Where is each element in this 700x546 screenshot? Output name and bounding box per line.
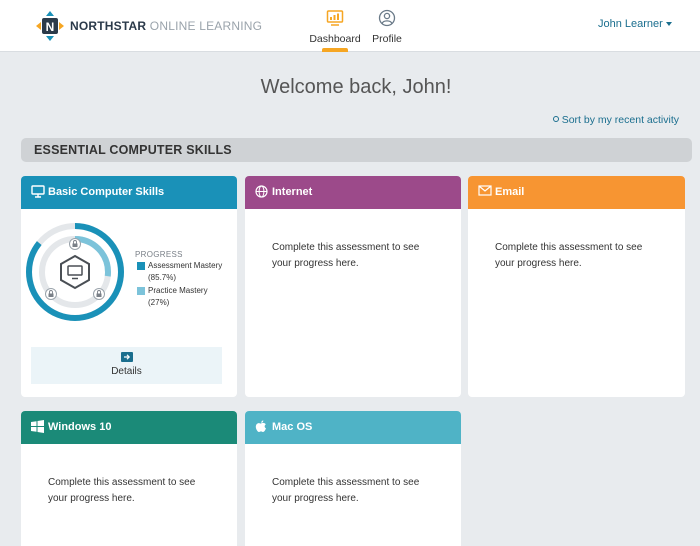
user-name: John Learner bbox=[598, 18, 663, 30]
chevron-down-icon bbox=[665, 22, 672, 27]
envelope-icon bbox=[478, 185, 492, 196]
lock-icon bbox=[93, 288, 105, 300]
nav-dashboard-label: Dashboard bbox=[309, 33, 361, 45]
card-title: Windows 10 bbox=[48, 421, 112, 433]
brand-name[interactable]: NORTHSTAR ONLINE LEARNING bbox=[70, 19, 262, 33]
card-internet[interactable]: Internet Complete this assessment to see… bbox=[245, 176, 461, 397]
user-menu[interactable]: John Learner bbox=[598, 18, 672, 30]
lock-icon bbox=[45, 288, 57, 300]
details-button[interactable]: Details bbox=[31, 347, 222, 384]
dashboard-icon bbox=[326, 10, 344, 26]
globe-icon bbox=[255, 185, 268, 198]
legend-practice-mastery: Practice Mastery (27%) bbox=[137, 285, 237, 311]
card-title: Internet bbox=[272, 186, 313, 198]
legend-label: Practice Mastery bbox=[148, 286, 208, 295]
lock-icon bbox=[69, 238, 81, 250]
legend-value: (85.7%) bbox=[148, 273, 177, 282]
brand-bold: NORTHSTAR bbox=[70, 19, 147, 33]
brand-light: ONLINE LEARNING bbox=[149, 19, 263, 33]
card-header: Windows 10 bbox=[21, 411, 237, 444]
card-header: Internet bbox=[245, 176, 461, 209]
active-tab-indicator bbox=[322, 48, 348, 52]
card-header: Basic Computer Skills bbox=[21, 176, 237, 209]
card-email[interactable]: Email Complete this assessment to see yo… bbox=[468, 176, 685, 397]
progress-donut bbox=[26, 223, 124, 321]
card-windows-10[interactable]: Windows 10 Complete this assessment to s… bbox=[21, 411, 237, 546]
section-header: ESSENTIAL COMPUTER SKILLS bbox=[21, 138, 692, 162]
card-message: Complete this assessment to see your pro… bbox=[272, 477, 420, 504]
legend-swatch bbox=[137, 262, 145, 270]
sort-link-label: Sort by my recent activity bbox=[561, 114, 679, 126]
card-basic-computer-skills[interactable]: Basic Computer Skills PROGRESS Assessmen… bbox=[21, 176, 237, 397]
windows-icon bbox=[31, 420, 44, 433]
welcome-heading: Welcome back, John! bbox=[260, 76, 452, 98]
card-header: Email bbox=[468, 176, 685, 209]
northstar-logo[interactable]: N bbox=[36, 11, 64, 41]
card-header: Mac OS bbox=[245, 411, 461, 444]
nav-dashboard[interactable]: Dashboard bbox=[308, 8, 362, 45]
nav-profile-label: Profile bbox=[372, 33, 402, 45]
legend-value: (27%) bbox=[148, 298, 170, 307]
hexagon-monitor-icon bbox=[60, 254, 90, 290]
card-title: Basic Computer Skills bbox=[48, 186, 165, 198]
sort-link[interactable]: Sort by my recent activity bbox=[552, 114, 679, 126]
sort-icon bbox=[552, 116, 559, 122]
card-message: Complete this assessment to see your pro… bbox=[272, 242, 420, 269]
card-message: Complete this assessment to see your pro… bbox=[495, 242, 643, 269]
card-mac-os[interactable]: Mac OS Complete this assessment to see y… bbox=[245, 411, 461, 546]
section-title: ESSENTIAL COMPUTER SKILLS bbox=[34, 143, 232, 157]
top-header: N NORTHSTAR ONLINE LEARNING Dashboard Pr… bbox=[0, 0, 700, 52]
arrow-right-icon bbox=[121, 352, 133, 362]
legend-assessment-mastery: Assessment Mastery (85.7%) bbox=[137, 260, 237, 286]
details-label: Details bbox=[111, 366, 142, 377]
legend-label: Assessment Mastery bbox=[148, 261, 223, 270]
legend-swatch bbox=[137, 287, 145, 295]
card-message: Complete this assessment to see your pro… bbox=[48, 477, 196, 504]
nav-profile[interactable]: Profile bbox=[366, 8, 408, 45]
svg-text:N: N bbox=[46, 20, 55, 34]
progress-heading: PROGRESS bbox=[135, 250, 183, 259]
apple-icon bbox=[255, 420, 266, 432]
profile-icon bbox=[378, 9, 396, 27]
monitor-icon bbox=[31, 185, 45, 198]
card-title: Mac OS bbox=[272, 421, 313, 433]
card-title: Email bbox=[495, 186, 525, 198]
